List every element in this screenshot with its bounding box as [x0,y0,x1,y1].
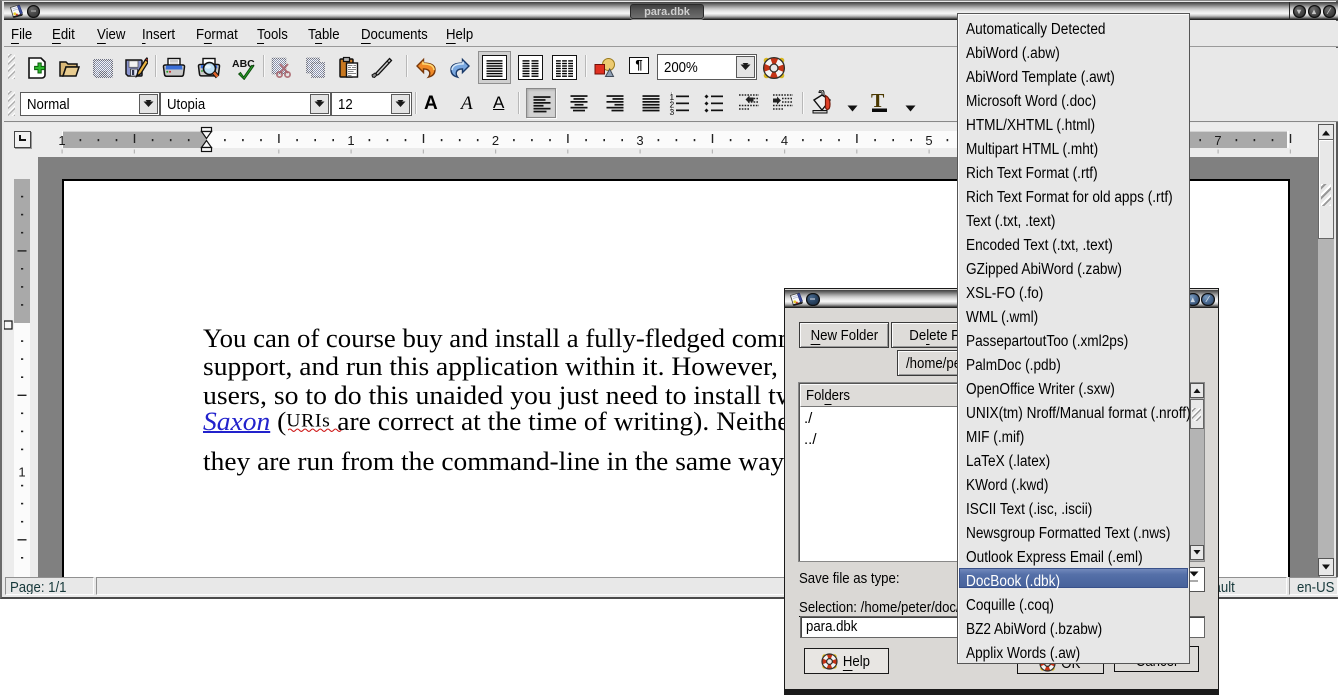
svg-text:1: 1 [347,133,354,148]
svg-text:2: 2 [492,133,499,148]
svg-text:3: 3 [670,107,675,115]
svg-text:7: 7 [1214,133,1221,148]
svg-text:1: 1 [58,133,65,148]
svg-text:5: 5 [925,133,932,148]
svg-text:1: 1 [18,465,25,480]
svg-text:4: 4 [781,133,788,148]
svg-text:3: 3 [636,133,643,148]
